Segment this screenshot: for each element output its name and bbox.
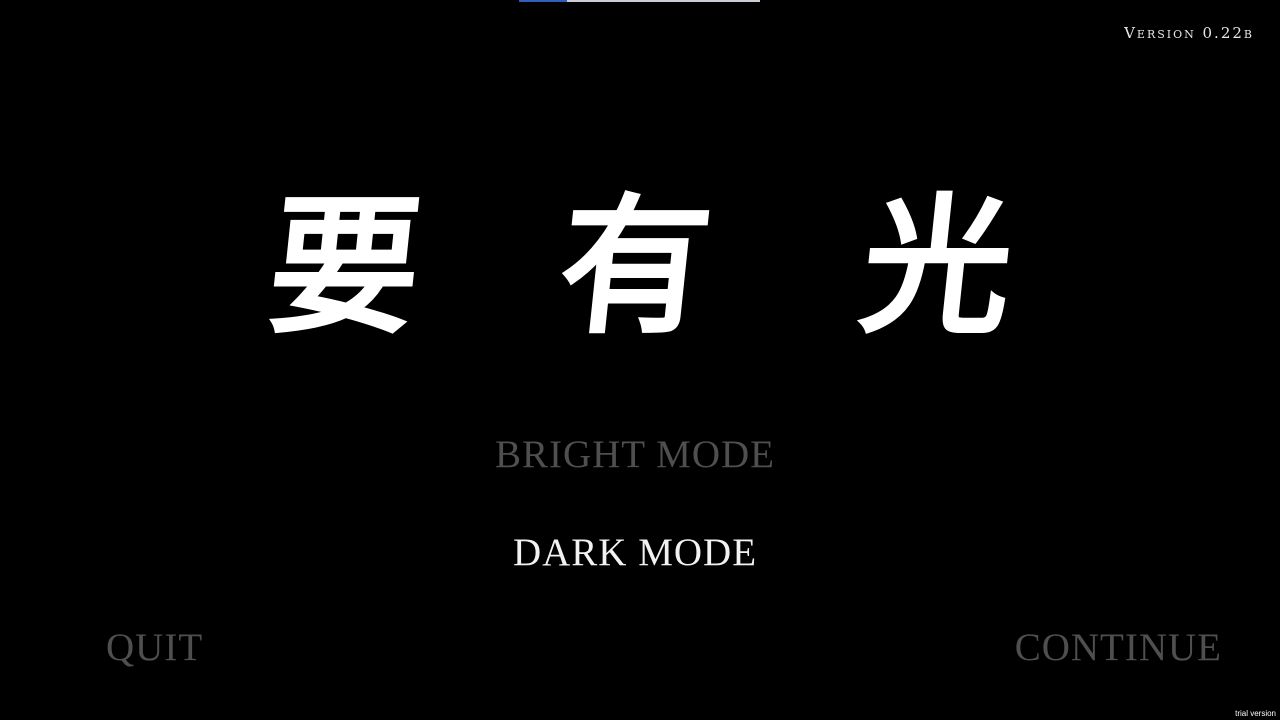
- title-char-you: 有: [550, 181, 720, 355]
- title-screen: Version 0.22b 要 有 光 BRIGHT MODE DARK MOD…: [0, 0, 1280, 720]
- title-char-yao: 要: [260, 181, 430, 355]
- loading-bar-fill: [519, 0, 568, 2]
- trial-version-label: trial version: [1235, 709, 1276, 718]
- version-label: Version 0.22b: [1124, 24, 1254, 42]
- quit-button[interactable]: QUIT: [106, 625, 203, 670]
- bright-mode-button[interactable]: BRIGHT MODE: [0, 432, 1270, 477]
- dark-mode-button[interactable]: DARK MODE: [0, 530, 1270, 575]
- loading-bar: [519, 0, 760, 2]
- continue-button[interactable]: CONTINUE: [1015, 625, 1222, 670]
- game-title: 要 有 光: [0, 178, 1280, 358]
- title-char-guang: 光: [852, 181, 1022, 355]
